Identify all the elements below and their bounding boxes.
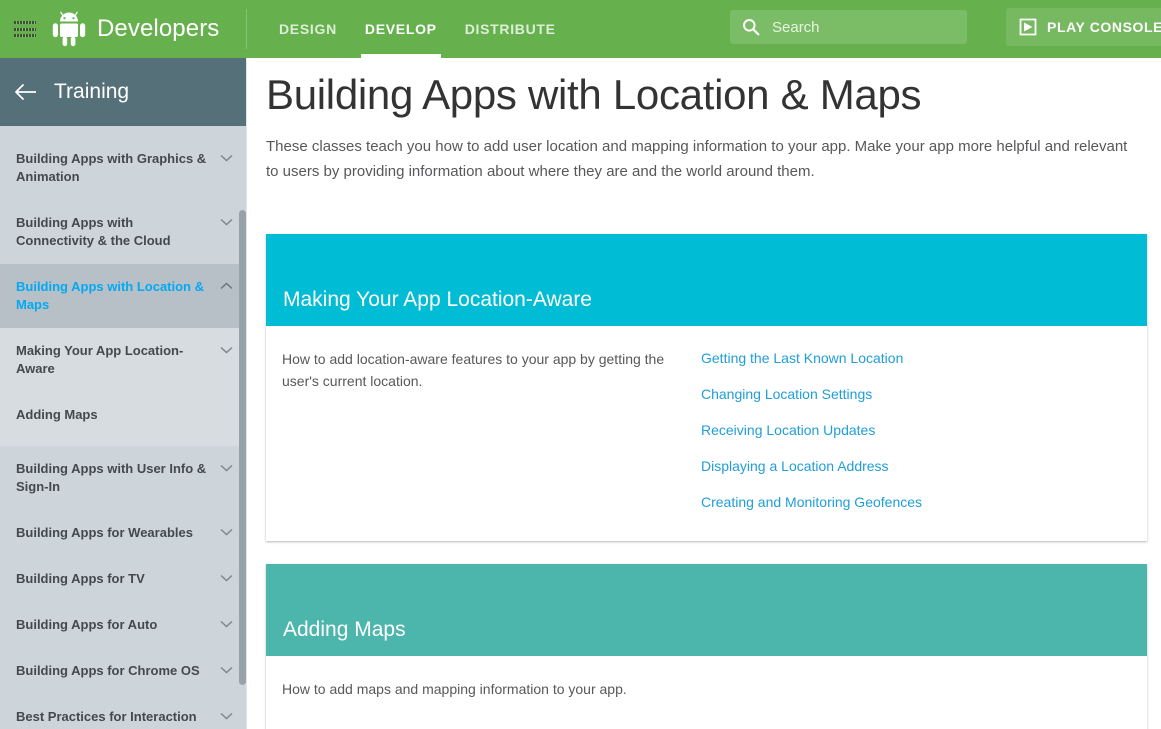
sidebar-list: Building Apps with Graphics & Animation …	[0, 126, 247, 729]
tab-distribute[interactable]: DISTRIBUTE	[451, 0, 570, 58]
sidebar-item-label: Building Apps for Chrome OS	[16, 663, 200, 678]
chevron-down-icon[interactable]	[220, 712, 233, 720]
sidebar-item-tv[interactable]: Building Apps for TV	[0, 556, 247, 602]
card-link-changing-location-settings[interactable]: Changing Location Settings	[701, 385, 922, 403]
sidebar-item-user-info-signin[interactable]: Building Apps with User Info & Sign-In	[0, 446, 247, 510]
tab-design[interactable]: DESIGN	[265, 0, 351, 58]
sidebar-subitem-label: Making Your App Location-Aware	[16, 343, 183, 376]
page-intro: These classes teach you how to add user …	[266, 134, 1138, 184]
sidebar-item-label: Building Apps with User Info & Sign-In	[16, 461, 206, 494]
sidebar-item-label: Building Apps with Location & Maps	[16, 279, 204, 312]
main-content: Building Apps with Location & Maps These…	[247, 58, 1161, 729]
sidebar-subitem-adding-maps[interactable]: Adding Maps	[0, 392, 247, 438]
android-robot-icon[interactable]	[52, 11, 86, 47]
card-links: Getting the Last Known Location Changing…	[701, 348, 922, 511]
sidebar-subitem-label: Adding Maps	[16, 407, 98, 422]
search-box[interactable]	[730, 10, 967, 44]
card-link-creating-monitoring-geofences[interactable]: Creating and Monitoring Geofences	[701, 493, 922, 511]
sidebar-scrollbar-thumb[interactable]	[239, 210, 246, 685]
tab-develop[interactable]: DEVELOP	[351, 0, 451, 58]
chevron-down-icon[interactable]	[220, 218, 233, 226]
card-header: Adding Maps	[266, 564, 1147, 656]
chevron-down-icon[interactable]	[220, 666, 233, 674]
sidebar-item-interaction-engagement[interactable]: Best Practices for Interaction & Engagem…	[0, 694, 247, 729]
chevron-down-icon[interactable]	[220, 528, 233, 536]
play-console-button[interactable]: PLAY CONSOLE	[1006, 8, 1161, 46]
search-icon	[742, 18, 760, 36]
card-title: Making Your App Location-Aware	[283, 288, 592, 312]
chevron-down-icon[interactable]	[220, 154, 233, 162]
content-spacer	[247, 184, 1161, 234]
chevron-down-icon[interactable]	[220, 346, 233, 354]
sidebar-subitems: Making Your App Location-Aware Adding Ma…	[0, 328, 247, 446]
chevron-down-icon[interactable]	[220, 574, 233, 582]
card-spacer	[247, 541, 1161, 564]
brand-title[interactable]: Developers	[97, 15, 219, 43]
card-link-last-known-location[interactable]: Getting the Last Known Location	[701, 349, 922, 367]
sidebar-scrollbar[interactable]	[239, 58, 246, 729]
back-arrow-icon[interactable]	[14, 83, 38, 101]
card-making-location-aware: Making Your App Location-Aware How to ad…	[266, 234, 1147, 541]
sidebar-title: Training	[54, 80, 129, 104]
play-console-icon	[1018, 17, 1038, 37]
card-title: Adding Maps	[283, 618, 406, 642]
sidebar-item-label: Building Apps for TV	[16, 571, 145, 586]
sidebar-item-connectivity-cloud[interactable]: Building Apps with Connectivity & the Cl…	[0, 200, 247, 264]
sidebar-item-label: Best Practices for Interaction & Engagem…	[16, 709, 197, 729]
sidebar-item-graphics-animation[interactable]: Building Apps with Graphics & Animation	[0, 136, 247, 200]
top-header: Developers DESIGN DEVELOP DISTRIBUTE PLA…	[0, 0, 1161, 58]
play-console-label: PLAY CONSOLE	[1047, 19, 1161, 35]
sidebar-item-label: Building Apps for Wearables	[16, 525, 193, 540]
chevron-down-icon[interactable]	[220, 620, 233, 628]
card-description: How to add maps and mapping information …	[266, 678, 701, 700]
sidebar-subitem-location-aware[interactable]: Making Your App Location-Aware	[0, 328, 247, 392]
card-header: Making Your App Location-Aware	[266, 234, 1147, 326]
sidebar-item-chrome-os[interactable]: Building Apps for Chrome OS	[0, 648, 247, 694]
brand-zone: Developers	[0, 0, 247, 58]
sidebar-item-label: Building Apps with Connectivity & the Cl…	[16, 215, 171, 248]
header-divider	[246, 9, 247, 49]
sidebar-item-label: Building Apps with Graphics & Animation	[16, 151, 206, 184]
sidebar: Training Building Apps with Graphics & A…	[0, 58, 247, 729]
sidebar-item-auto[interactable]: Building Apps for Auto	[0, 602, 247, 648]
nav-tabs: DESIGN DEVELOP DISTRIBUTE	[265, 0, 570, 58]
hamburger-icon[interactable]	[14, 21, 36, 37]
card-description: How to add location-aware features to yo…	[266, 348, 701, 511]
card-link-displaying-location-address[interactable]: Displaying a Location Address	[701, 457, 922, 475]
sidebar-header: Training	[0, 58, 247, 126]
card-link-receiving-location-updates[interactable]: Receiving Location Updates	[701, 421, 922, 439]
sidebar-item-wearables[interactable]: Building Apps for Wearables	[0, 510, 247, 556]
sidebar-item-location-maps[interactable]: Building Apps with Location & Maps	[0, 264, 247, 328]
chevron-down-icon[interactable]	[220, 464, 233, 472]
card-adding-maps: Adding Maps How to add maps and mapping …	[266, 564, 1147, 729]
search-input[interactable]	[772, 19, 952, 36]
card-body: How to add location-aware features to yo…	[266, 326, 1147, 541]
card-body: How to add maps and mapping information …	[266, 656, 1147, 729]
sidebar-item-label: Building Apps for Auto	[16, 617, 157, 632]
chevron-up-icon[interactable]	[220, 282, 233, 290]
page-title: Building Apps with Location & Maps	[266, 64, 1161, 126]
